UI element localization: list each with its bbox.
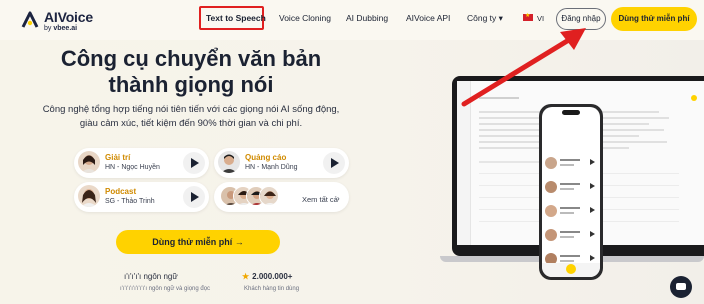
voice-category: Quảng cáo: [245, 153, 287, 162]
phone-notch: [562, 110, 580, 115]
voice-category: Podcast: [105, 187, 137, 196]
customers-caption: Khách hàng tin dùng: [244, 286, 300, 292]
avatar: [78, 151, 100, 173]
voice-name: HN - Mạnh Dũng: [245, 164, 298, 171]
text-line: [479, 161, 539, 163]
annotation-arrow-icon: [461, 28, 586, 107]
star-icon: ★: [242, 272, 250, 281]
text-line: [560, 207, 580, 209]
hero-subtitle-line2: giàu cảm xúc, tiết kiệm đến 90% thời gia…: [79, 118, 303, 129]
text-line: [560, 255, 580, 257]
voice-card-entertainment[interactable]: Giải trí HN - Ngọc Huyền: [74, 148, 209, 178]
text-line: [560, 188, 574, 190]
avatar: [545, 181, 557, 193]
text-line: [560, 260, 574, 262]
play-icon[interactable]: [323, 152, 345, 174]
play-icon[interactable]: [183, 186, 205, 208]
try-free-hero-button[interactable]: Dùng thử miễn phí →: [116, 230, 280, 254]
logo-icon: [21, 11, 39, 28]
nav-ai-dubbing[interactable]: AI Dubbing: [346, 13, 388, 23]
hero-title-line1: Công cụ chuyển văn bản: [60, 46, 322, 71]
chat-icon[interactable]: [670, 276, 692, 298]
voice-card-advertising[interactable]: Quảng cáo HN - Mạnh Dũng: [214, 148, 349, 178]
customers-value: 2.000.000+: [252, 272, 293, 281]
try-free-header-button[interactable]: Dùng thử miễn phí: [611, 7, 697, 31]
chevron-right-icon[interactable]: ›: [337, 194, 340, 203]
voice-category: Giải trí: [105, 153, 131, 162]
avatar: [545, 157, 557, 169]
avatar: [545, 229, 557, 241]
text-line: [560, 183, 580, 185]
app-accent-dot: [691, 95, 697, 101]
hero-title-line2: thành giọng nói: [108, 72, 274, 97]
avatar: [218, 151, 240, 173]
text-line: [560, 231, 580, 233]
brand-logo[interactable]: AIVoice by vbee.ai: [20, 8, 93, 34]
list-item: [545, 155, 597, 173]
phone-bottom-bar: [542, 263, 600, 277]
list-item: [545, 179, 597, 197]
avatar: [545, 205, 557, 217]
hero-subtitle: Công nghệ tổng hợp tiếng nói tiên tiến v…: [40, 103, 342, 131]
brand-sub: by vbee.ai: [44, 25, 77, 32]
avatar: [259, 186, 279, 206]
text-line: [560, 164, 574, 166]
play-icon: [590, 255, 595, 261]
text-line: [560, 159, 580, 161]
languages-stat: ı'ı'ı'ı'ı ngôn ngữ: [124, 272, 178, 281]
voice-name: SG - Thảo Trinh: [105, 198, 155, 205]
play-icon: [590, 231, 595, 237]
nav-text-to-speech[interactable]: Text to Speech: [206, 13, 266, 23]
brand-sub-prefix: by: [44, 25, 52, 32]
list-item: [545, 203, 597, 221]
phone-screen-image: [542, 107, 600, 277]
customers-stat: ★ 2.000.000+: [242, 272, 292, 281]
app-accent-dot: [566, 264, 576, 274]
voice-name: HN - Ngọc Huyền: [105, 164, 160, 171]
site-header: AIVoice by vbee.ai Text to Speech Voice …: [0, 0, 704, 40]
list-item: [545, 227, 597, 245]
text-line: [560, 236, 574, 238]
see-all-link[interactable]: Xem tất cả: [302, 195, 338, 204]
hero-subtitle-line1: Công nghệ tổng hợp tiếng nói tiên tiến v…: [42, 104, 340, 115]
nav-voice-cloning[interactable]: Voice Cloning: [279, 13, 331, 23]
languages-caption: ı'ı'ı'ı'ı'ı'ı'ı'ı'ı ngôn ngữ và giọng đọ…: [120, 286, 211, 292]
play-icon: [590, 183, 595, 189]
play-icon[interactable]: [183, 152, 205, 174]
avatar: [78, 185, 100, 207]
brand-name: AIVoice: [44, 9, 93, 25]
play-icon: [590, 207, 595, 213]
brand-sub-name: vbee.ai: [53, 25, 78, 32]
play-icon: [590, 159, 595, 165]
voice-avatar-group: [220, 186, 300, 210]
hero-title: Công cụ chuyển văn bản thành giọng nói: [40, 46, 342, 98]
nav-aivoice-api[interactable]: AIVoice API: [406, 13, 450, 23]
voice-card-podcast[interactable]: Podcast SG - Thảo Trinh: [74, 182, 209, 212]
text-line: [560, 212, 574, 214]
